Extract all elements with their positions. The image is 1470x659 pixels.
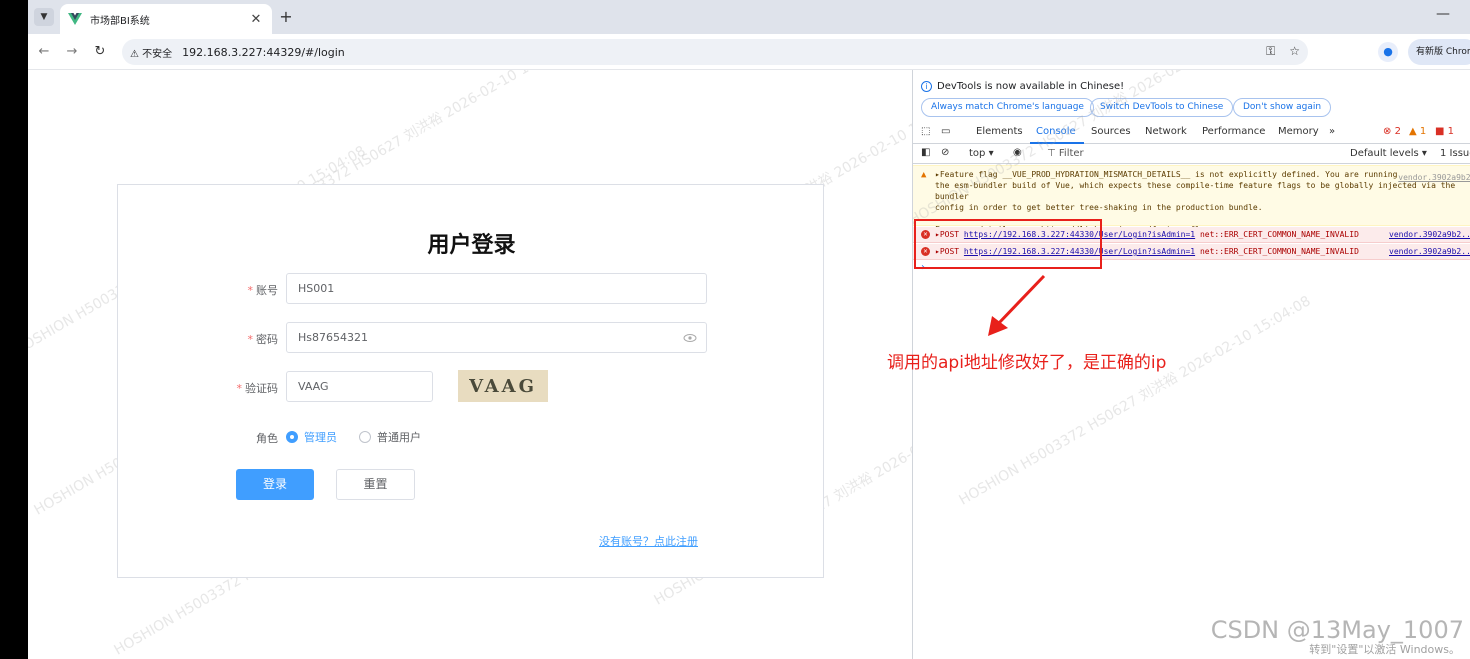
annotation-arrow-icon	[988, 274, 1046, 336]
activate-windows-notice: 转到"设置"以激活 Windows。	[1309, 643, 1460, 656]
close-icon[interactable]: ✕	[248, 12, 264, 27]
tab-memory[interactable]: Memory	[1278, 126, 1319, 137]
browser-window: ▼ 市场部BI系统 ✕ + — ← → ↻ ⚠ 不安全 192.168.3.22…	[28, 0, 1470, 659]
browser-toolbar: ← → ↻ ⚠ 不安全 192.168.3.227:44329/#/login …	[28, 34, 1470, 70]
info-icon: i	[921, 81, 932, 92]
warning-count-badge[interactable]: ▲ 1	[1409, 126, 1426, 137]
issues-link[interactable]: 1 Issue	[1440, 148, 1470, 159]
filter-input[interactable]: ⊤ Filter	[1047, 148, 1084, 159]
devtools-tabs: ⬚ ▭ Elements Console Sources Network Per…	[913, 122, 1470, 144]
eye-icon[interactable]: ◉	[1013, 147, 1022, 158]
login-button[interactable]: 登录	[236, 469, 314, 500]
security-label: 不安全	[142, 48, 173, 60]
new-tab-button[interactable]: +	[276, 8, 296, 28]
tab-sources[interactable]: Sources	[1091, 126, 1131, 137]
role-label: 角色	[256, 432, 278, 445]
captcha-label: * 验证码	[236, 382, 279, 395]
register-link[interactable]: 没有账号？点此注册	[599, 533, 698, 549]
login-card: 用户登录 * 账号 HS001 * 密码 Hs87654321 * 验证码 VAAG …	[117, 184, 824, 578]
reload-icon[interactable]: ↻	[90, 42, 110, 62]
tab-strip: ▼ 市场部BI系统 ✕ + —	[28, 0, 1470, 34]
tab-console[interactable]: Console	[1036, 126, 1076, 137]
omnibox-actions: ⚿ ☆	[1266, 44, 1300, 59]
update-chrome-button[interactable]: 有新版 Chrome	[1408, 39, 1470, 65]
tab-elements[interactable]: Elements	[976, 126, 1023, 137]
profile-avatar-icon[interactable]: ●	[1378, 42, 1398, 62]
minimize-button[interactable]: —	[1436, 6, 1450, 22]
csdn-watermark: CSDN @13May_1007	[1210, 616, 1464, 644]
captcha-image[interactable]: VAAG	[458, 370, 548, 402]
warning-icon: ▲	[921, 170, 927, 180]
switch-chinese-button[interactable]: Switch DevTools to Chinese	[1090, 98, 1234, 117]
role-radio-admin[interactable]: 管理员	[286, 429, 337, 445]
tab-title: 市场部BI系统	[90, 15, 150, 27]
console-toolbar: ◧ ⊘ top ▾ ◉ ⊤ Filter Default levels ▾ 1 …	[913, 144, 1470, 164]
issues-count-badge[interactable]: ■ 1	[1435, 126, 1454, 137]
error-count-badge[interactable]: ⊗ 2	[1383, 126, 1401, 137]
context-selector[interactable]: top ▾	[969, 148, 994, 159]
radio-checked-icon	[286, 431, 298, 443]
account-label: * 账号	[247, 284, 279, 297]
bookmark-star-icon[interactable]: ☆	[1289, 44, 1300, 59]
page-viewport: HOSHION H5003372 HS0627 刘洪裕 2026-02-10 1…	[28, 70, 912, 659]
vue-logo-icon	[68, 13, 82, 25]
clear-console-icon[interactable]: ⊘	[941, 147, 949, 158]
password-label: * 密码	[247, 333, 279, 346]
eye-icon[interactable]	[683, 331, 697, 345]
page-title: 用户登录	[427, 233, 516, 258]
devtools-language-notice: i DevTools is now available in Chinese!	[921, 81, 1124, 92]
console-warning: ▲ ▸Feature flag __VUE_PROD_HYDRATION_MIS…	[913, 165, 1470, 234]
log-levels-dropdown[interactable]: Default levels ▾	[1350, 148, 1427, 159]
error-source-link[interactable]: vendor.3902a9b2...	[1389, 227, 1470, 242]
annotation-highlight-box	[914, 219, 1102, 269]
address-bar[interactable]: ⚠ 不安全 192.168.3.227:44329/#/login ⚿ ☆	[122, 39, 1308, 65]
password-key-icon[interactable]: ⚿	[1266, 44, 1275, 59]
browser-tab[interactable]: 市场部BI系统 ✕	[60, 4, 272, 34]
match-language-button[interactable]: Always match Chrome's language	[921, 98, 1094, 117]
warning-source-link[interactable]: vendor.3902a9b2...	[1398, 172, 1470, 183]
password-input[interactable]: Hs87654321	[286, 322, 707, 353]
tab-performance[interactable]: Performance	[1202, 126, 1265, 137]
inspect-element-icon[interactable]: ⬚	[921, 126, 930, 137]
tab-search-button[interactable]: ▼	[34, 8, 54, 26]
forward-arrow-icon[interactable]: →	[62, 42, 82, 62]
back-arrow-icon[interactable]: ←	[34, 42, 54, 62]
sidebar-toggle-icon[interactable]: ◧	[921, 147, 930, 158]
error-source-link[interactable]: vendor.3902a9b2...	[1389, 244, 1470, 259]
reset-button[interactable]: 重置	[336, 469, 415, 500]
password-value: Hs87654321	[298, 331, 368, 344]
url-text[interactable]: 192.168.3.227:44329/#/login	[182, 46, 345, 59]
security-chip[interactable]: ⚠ 不安全	[130, 45, 172, 60]
account-input[interactable]: HS001	[286, 273, 707, 304]
radio-unchecked-icon	[359, 431, 371, 443]
device-toolbar-icon[interactable]: ▭	[941, 126, 950, 137]
captcha-input[interactable]: VAAG	[286, 371, 433, 402]
annotation-text: 调用的api地址修改好了，是正确的ip	[887, 353, 1167, 373]
more-tabs-icon[interactable]: »	[1329, 126, 1335, 137]
role-radio-user[interactable]: 普通用户	[359, 429, 421, 445]
dont-show-again-button[interactable]: Don't show again	[1233, 98, 1332, 117]
tab-network[interactable]: Network	[1145, 126, 1187, 137]
